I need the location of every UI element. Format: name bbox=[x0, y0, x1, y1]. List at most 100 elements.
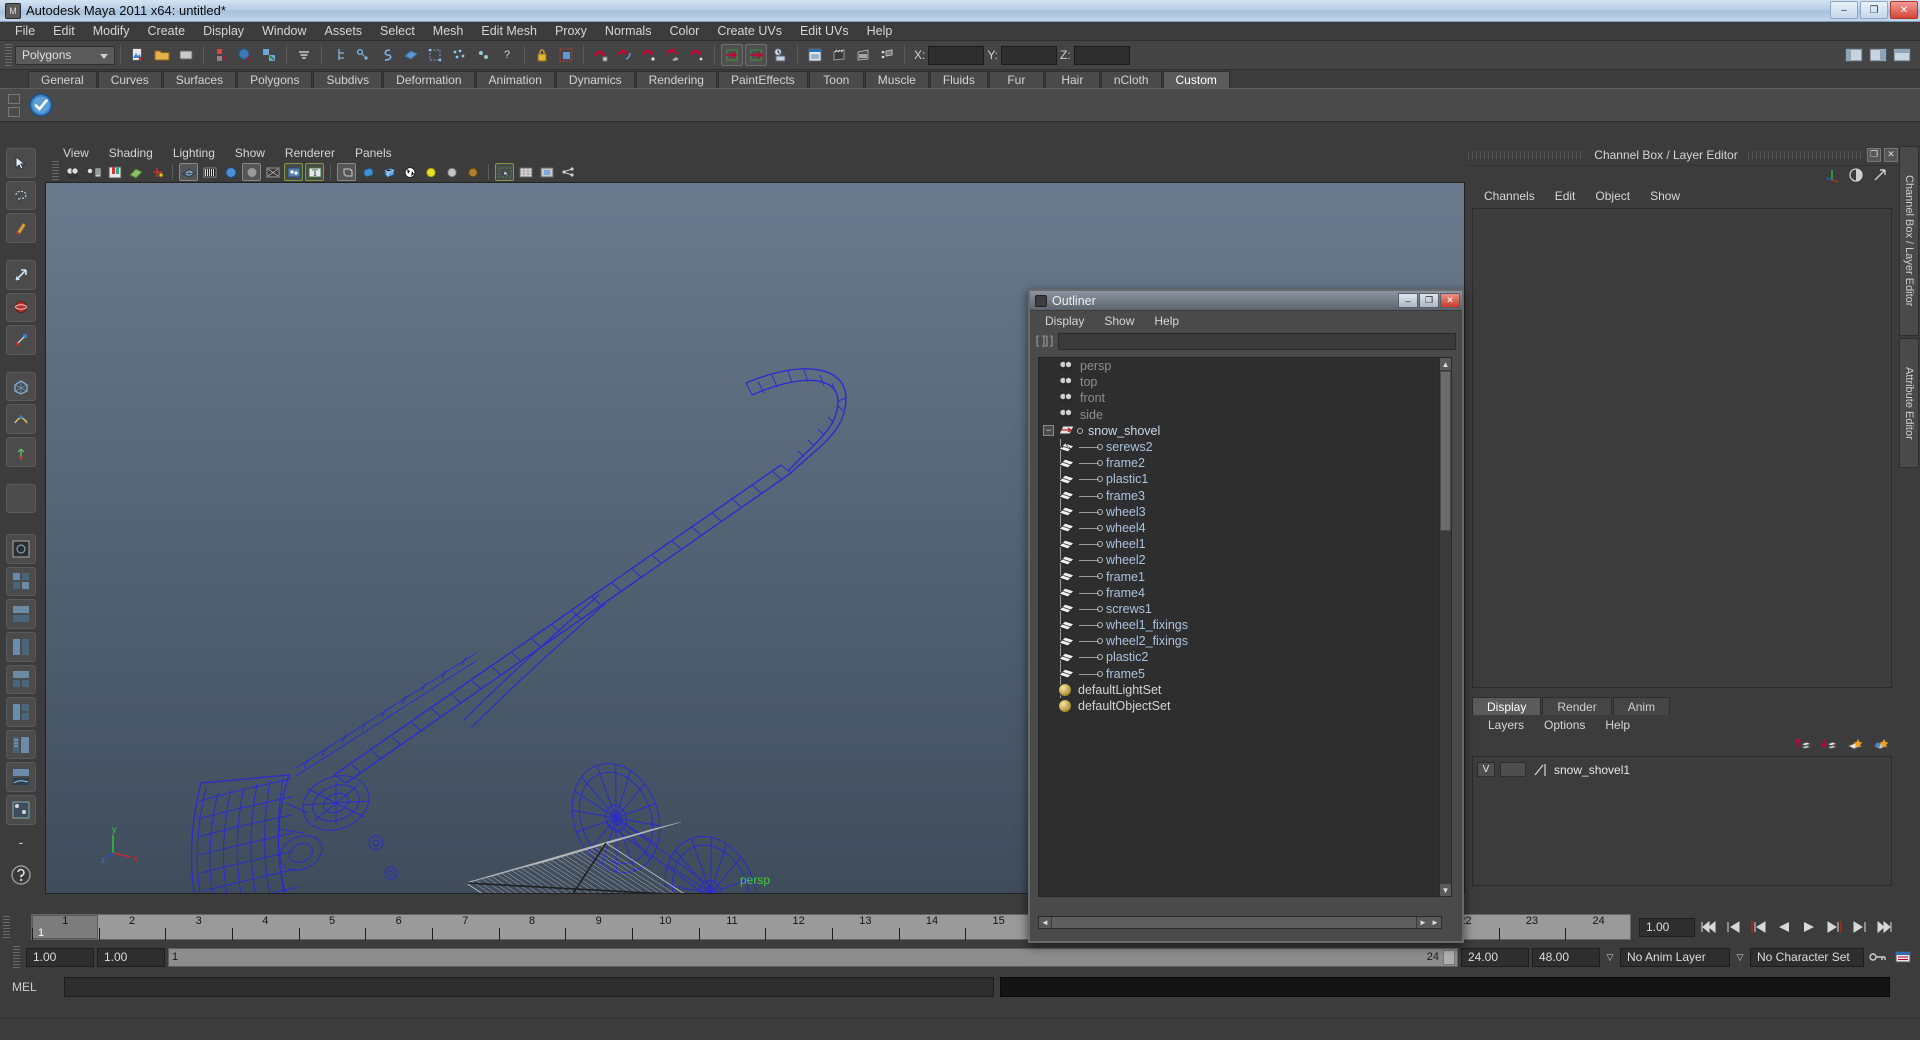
layer-row[interactable]: V snow_shovel1 bbox=[1477, 761, 1887, 778]
outliner-item-frame5[interactable]: frame5 bbox=[1039, 666, 1441, 682]
universal-manipulator-icon[interactable] bbox=[6, 371, 36, 402]
select-by-hierarchy-icon[interactable] bbox=[328, 44, 350, 66]
shelf-options-icon[interactable] bbox=[8, 92, 22, 118]
xray-mode-icon[interactable] bbox=[337, 163, 356, 181]
light-brown-icon[interactable] bbox=[463, 163, 482, 181]
outliner-item-top[interactable]: top bbox=[1039, 374, 1441, 390]
shelf-tab-rendering[interactable]: Rendering bbox=[635, 71, 717, 88]
layer-menu-help[interactable]: Help bbox=[1597, 718, 1638, 732]
outliner-maximize-button[interactable]: ❐ bbox=[1419, 293, 1439, 308]
menu-display[interactable]: Display bbox=[194, 23, 253, 39]
tab-display[interactable]: Display bbox=[1472, 697, 1542, 715]
last-tool-icon[interactable] bbox=[6, 483, 36, 514]
cb-menu-edit[interactable]: Edit bbox=[1547, 189, 1584, 203]
layout-three-left-icon[interactable] bbox=[6, 697, 36, 727]
render-region-icon[interactable] bbox=[537, 163, 556, 181]
layout-more-icon[interactable]: - bbox=[6, 828, 36, 858]
outliner-item-defaultlightset[interactable]: defaultLightSet bbox=[1039, 682, 1441, 698]
outliner-item-wheel2-fixings[interactable]: wheel2_fixings bbox=[1039, 633, 1441, 649]
show-tool-settings-icon[interactable] bbox=[1891, 44, 1913, 66]
shade-cube-alt-icon[interactable] bbox=[379, 163, 398, 181]
outliner-menu-help[interactable]: Help bbox=[1145, 314, 1188, 328]
shelf-tab-animation[interactable]: Animation bbox=[475, 71, 555, 88]
tab-anim[interactable]: Anim bbox=[1612, 697, 1671, 715]
component-vertex-icon[interactable] bbox=[424, 44, 446, 66]
outliner-item-wheel3[interactable]: wheel3 bbox=[1039, 504, 1441, 520]
layout-four-icon[interactable] bbox=[6, 566, 36, 597]
menu-file[interactable]: File bbox=[6, 23, 44, 39]
outliner-close-button[interactable]: ✕ bbox=[1440, 293, 1460, 308]
construction-history-icon[interactable] bbox=[769, 44, 791, 66]
layout-persp-graph-icon[interactable] bbox=[6, 762, 36, 793]
auto-key-icon[interactable] bbox=[1892, 947, 1914, 967]
viewport-menu-panels[interactable]: Panels bbox=[345, 146, 402, 160]
viewport-menu-shading[interactable]: Shading bbox=[99, 146, 163, 160]
outliner-minimize-button[interactable]: – bbox=[1398, 293, 1418, 308]
help-icon[interactable] bbox=[6, 860, 36, 890]
chevron-down-icon-2[interactable]: ▽ bbox=[1733, 948, 1747, 967]
channel-box-content[interactable] bbox=[1472, 208, 1892, 688]
move-layer-up-icon[interactable] bbox=[1794, 736, 1813, 755]
snap-to-view-icon[interactable] bbox=[686, 44, 708, 66]
component-face-icon[interactable] bbox=[400, 44, 422, 66]
minimize-button[interactable]: – bbox=[1830, 1, 1858, 19]
menu-mesh[interactable]: Mesh bbox=[424, 23, 473, 39]
rotate-tool-icon[interactable] bbox=[6, 292, 36, 323]
move-tool-icon[interactable] bbox=[6, 259, 36, 290]
scroll-right-arrow-icon[interactable]: ► bbox=[1417, 917, 1429, 928]
scroll-up-arrow-icon[interactable]: ▲ bbox=[1440, 358, 1451, 370]
select-help-icon[interactable]: ? bbox=[496, 44, 518, 66]
step-back-key-icon[interactable] bbox=[1723, 917, 1745, 937]
smooth-shade-sphere-icon[interactable] bbox=[242, 163, 261, 181]
outliner-menu-display[interactable]: Display bbox=[1036, 314, 1093, 328]
range-handle[interactable] bbox=[1443, 949, 1455, 965]
shade-cube-icon[interactable] bbox=[358, 163, 377, 181]
outliner-item-wheel2[interactable]: wheel2 bbox=[1039, 552, 1441, 568]
outliner-item-frame3[interactable]: frame3 bbox=[1039, 488, 1441, 504]
timeline-grip[interactable] bbox=[3, 916, 10, 938]
shelf-tab-toon[interactable]: Toon bbox=[808, 71, 864, 88]
h-scroll-thumb[interactable] bbox=[1052, 917, 1416, 928]
selection-mask-icon[interactable] bbox=[293, 44, 315, 66]
panel-maximize-button[interactable]: ❐ bbox=[1867, 147, 1882, 162]
lasso-select-icon[interactable] bbox=[6, 180, 36, 211]
outliner-item-frame4[interactable]: frame4 bbox=[1039, 585, 1441, 601]
character-set-field[interactable]: No Character Set bbox=[1750, 947, 1864, 967]
select-tool-icon[interactable] bbox=[6, 148, 36, 178]
save-scene-icon[interactable] bbox=[175, 44, 197, 66]
layer-name[interactable]: snow_shovel1 bbox=[1554, 763, 1630, 777]
snap-to-grid-icon[interactable] bbox=[590, 44, 612, 66]
snap-to-curve-icon[interactable] bbox=[614, 44, 636, 66]
vtab-attribute-editor[interactable]: Attribute Editor bbox=[1899, 338, 1919, 468]
step-forward-frame-icon[interactable] bbox=[1823, 917, 1845, 937]
ipr-render-icon[interactable] bbox=[828, 44, 850, 66]
layout-single-icon[interactable] bbox=[6, 534, 36, 564]
menu-edit-uvs[interactable]: Edit UVs bbox=[791, 23, 858, 39]
shelf-tab-muscle[interactable]: Muscle bbox=[864, 71, 929, 88]
tab-render[interactable]: Render bbox=[1542, 697, 1612, 715]
panel-close-button[interactable]: ✕ bbox=[1884, 147, 1899, 162]
menu-color[interactable]: Color bbox=[660, 23, 708, 39]
filter-brackets-icon[interactable] bbox=[1036, 333, 1053, 349]
input-output-icon[interactable] bbox=[745, 44, 767, 66]
menu-proxy[interactable]: Proxy bbox=[546, 23, 596, 39]
range-slider[interactable]: 1 24 bbox=[168, 947, 1458, 967]
viewport-menu-lighting[interactable]: Lighting bbox=[163, 146, 225, 160]
mel-output-field[interactable] bbox=[1000, 977, 1890, 997]
outliner-item-plastic2[interactable]: plastic2 bbox=[1039, 649, 1441, 665]
lock-selection-icon[interactable] bbox=[531, 44, 553, 66]
go-to-start-icon[interactable] bbox=[1698, 917, 1720, 937]
layout-three-top-icon[interactable] bbox=[6, 664, 36, 695]
shelf-tab-ncloth[interactable]: nCloth bbox=[1100, 71, 1162, 88]
z-input[interactable] bbox=[1073, 45, 1130, 65]
outliner-item-wheel4[interactable]: wheel4 bbox=[1039, 520, 1441, 536]
shelf-tab-general[interactable]: General bbox=[28, 71, 97, 88]
viewport-menu-renderer[interactable]: Renderer bbox=[275, 146, 345, 160]
menu-select[interactable]: Select bbox=[371, 23, 424, 39]
shelf-tab-painteffects[interactable]: PaintEffects bbox=[717, 71, 808, 88]
scale-tool-icon[interactable] bbox=[6, 325, 36, 355]
render-settings-icon[interactable] bbox=[852, 44, 874, 66]
viewport-menu-show[interactable]: Show bbox=[225, 146, 275, 160]
cb-menu-show[interactable]: Show bbox=[1642, 189, 1688, 203]
camera-attributes-icon[interactable] bbox=[84, 163, 103, 181]
